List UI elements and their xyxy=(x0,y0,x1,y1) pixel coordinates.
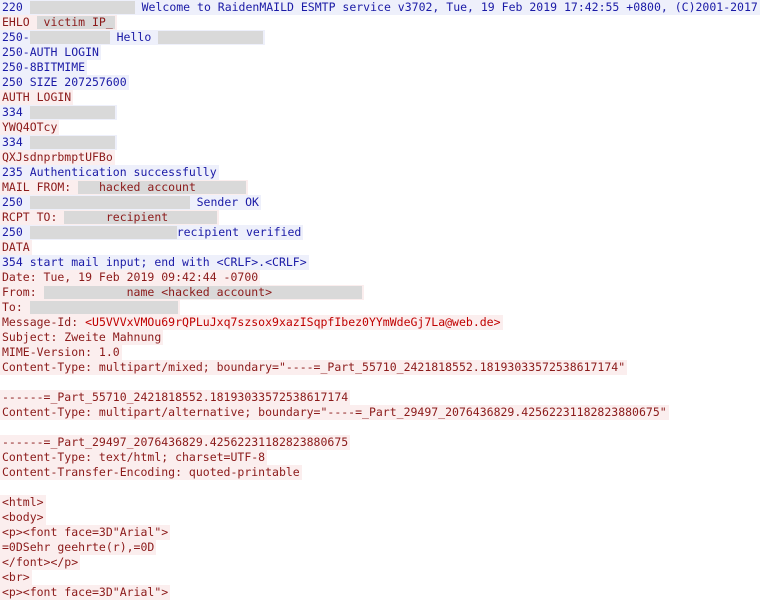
server-line: 250-8BITMIME xyxy=(0,60,88,75)
server-line: 334 xyxy=(0,135,117,150)
redaction-label: recipient xyxy=(64,211,218,224)
line-text: 354 start mail input; end with <CRLF>.<C… xyxy=(2,255,307,269)
client-line: RCPT TO: recipient xyxy=(0,210,220,225)
client-line: <body> xyxy=(0,510,46,525)
line-text: =0DSehr geehrte(r),=0D xyxy=(2,540,155,554)
line-text: DATA xyxy=(2,240,30,254)
line-text: 235 Authentication successfully xyxy=(2,165,217,179)
line-text: RCPT TO: xyxy=(2,210,65,224)
line-text: ------=_Part_55710_2421818552.1819303357… xyxy=(2,390,349,404)
client-line: ------=_Part_29497_2076436829.4256223118… xyxy=(0,435,351,450)
line-text: 334 xyxy=(2,135,30,149)
redacted-block xyxy=(29,106,115,119)
client-line: Content-Type: multipart/alternative; bou… xyxy=(0,405,669,420)
line-text: </font></p> xyxy=(2,555,79,569)
redacted-block xyxy=(29,1,135,14)
client-line: YWQ4OTcy xyxy=(0,120,60,135)
client-line: <p><font face=3D"Arial"> xyxy=(0,585,171,600)
redacted-block xyxy=(29,31,110,44)
line-text: 250-AUTH LOGIN xyxy=(2,45,99,59)
line-text: 220 xyxy=(2,0,30,14)
line-text: <U5VVVxVMOu69rQPLuJxq7szsox9xazISqpfIbez… xyxy=(85,315,501,329)
client-line: Subject: Zweite Mahnung xyxy=(0,330,164,345)
server-line: 220 Welcome to RaidenMAILD ESMTP service… xyxy=(0,0,760,15)
line-text: <p><font face=3D"Arial"> xyxy=(2,585,169,599)
line-text: QXJsdnprbmptUFBo xyxy=(2,150,113,164)
server-line: 250-AUTH LOGIN xyxy=(0,45,101,60)
line-text: Content-Type: text/html; charset=UTF-8 xyxy=(2,450,266,464)
client-line: Content-Type: multipart/mixed; boundary=… xyxy=(0,360,628,375)
tcp-stream-view: 220 Welcome to RaidenMAILD ESMTP service… xyxy=(0,0,779,601)
line-text: recipient verified xyxy=(176,225,302,239)
line-text: 250 xyxy=(2,225,30,239)
client-line: </font></p> xyxy=(0,555,81,570)
client-line: Content-Type: text/html; charset=UTF-8 xyxy=(0,450,268,465)
line-text: <p><font face=3D"Arial"> xyxy=(2,525,169,539)
client-line: <br> xyxy=(0,570,32,585)
redacted-block xyxy=(158,31,264,44)
line-text: From: xyxy=(2,285,44,299)
line-text: Welcome to RaidenMAILD ESMTP service v37… xyxy=(134,0,758,14)
client-line: Date: Tue, 19 Feb 2019 09:42:44 -0700 xyxy=(0,270,261,285)
client-line: To: xyxy=(0,300,180,315)
client-line: From: name <hacked account> xyxy=(0,285,364,300)
client-line: Content-Transfer-Encoding: quoted-printa… xyxy=(0,465,302,480)
line-text: Sender OK xyxy=(189,195,259,209)
line-text: Date: Tue, 19 Feb 2019 09:42:44 -0700 xyxy=(2,270,259,284)
line-text: 250- xyxy=(2,30,30,44)
client-line: MIME-Version: 1.0 xyxy=(0,345,122,360)
redaction-label: victim IP_ xyxy=(36,15,120,29)
redaction-label: name <hacked account> xyxy=(43,286,362,299)
client-line: DATA xyxy=(0,240,32,255)
line-text: To: xyxy=(2,300,30,314)
client-line: =0DSehr geehrte(r),=0D xyxy=(0,540,157,555)
redaction-label: hacked account xyxy=(78,181,247,194)
client-line: <html> xyxy=(0,495,46,510)
server-line: 334 xyxy=(0,105,117,120)
line-text: MAIL FROM: xyxy=(2,180,79,194)
line-text: EHLO xyxy=(2,15,37,29)
line-text: Hello xyxy=(109,30,159,44)
client-line: EHLO victim IP_ xyxy=(0,15,117,30)
client-line: MAIL FROM: hacked account xyxy=(0,180,249,195)
server-line: 250 Sender OK xyxy=(0,195,261,210)
line-text: ------=_Part_29497_2076436829.4256223118… xyxy=(2,435,349,449)
client-line: ------=_Part_55710_2421818552.1819303357… xyxy=(0,390,351,405)
redacted-block xyxy=(29,226,177,239)
line-text: 334 xyxy=(2,105,30,119)
line-text: 250-8BITMIME xyxy=(2,60,86,74)
server-line: 235 Authentication successfully xyxy=(0,165,219,180)
server-line: 250 SIZE 207257600 xyxy=(0,75,129,90)
server-line: 250 recipient verified xyxy=(0,225,304,240)
line-text: Content-Transfer-Encoding: quoted-printa… xyxy=(2,465,300,479)
redacted-block xyxy=(29,136,115,149)
line-text: <body> xyxy=(2,510,44,524)
server-line: 354 start mail input; end with <CRLF>.<C… xyxy=(0,255,309,270)
redacted-block xyxy=(29,196,190,209)
line-text: Subject: Zweite Mahnung xyxy=(2,330,162,344)
line-text: Content-Type: multipart/mixed; boundary=… xyxy=(2,360,626,374)
line-text: MIME-Version: 1.0 xyxy=(2,345,120,359)
client-line: Message-Id: <U5VVVxVMOu69rQPLuJxq7szsox9… xyxy=(0,315,503,330)
line-text: <br> xyxy=(2,570,30,584)
client-line: <p><font face=3D"Arial"> xyxy=(0,525,171,540)
client-line: AUTH LOGIN xyxy=(0,90,74,105)
line-text: YWQ4OTcy xyxy=(2,120,58,134)
line-text: Content-Type: multipart/alternative; bou… xyxy=(2,405,667,419)
redacted-block xyxy=(29,301,178,314)
line-text: Message-Id: xyxy=(2,315,86,329)
line-text: 250 SIZE 207257600 xyxy=(2,75,127,89)
line-text: 250 xyxy=(2,195,30,209)
line-text: AUTH LOGIN xyxy=(2,90,72,104)
client-line: QXJsdnprbmptUFBo xyxy=(0,150,115,165)
server-line: 250- Hello xyxy=(0,30,266,45)
line-text: <html> xyxy=(2,495,44,509)
